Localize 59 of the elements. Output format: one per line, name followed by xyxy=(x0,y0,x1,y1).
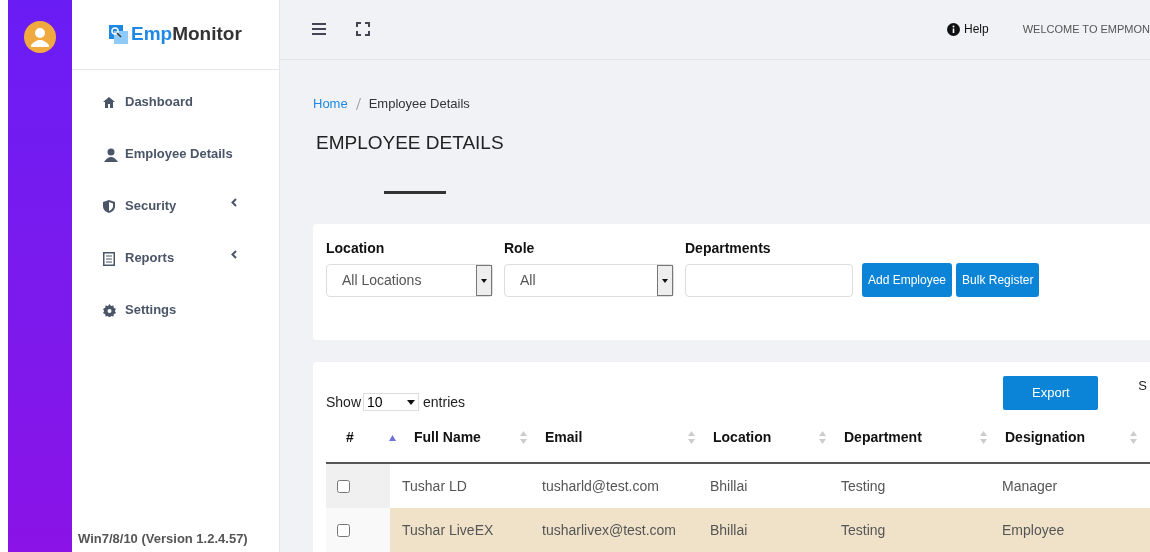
chevron-left-icon xyxy=(231,198,237,207)
page-size-select[interactable]: 10 xyxy=(363,393,420,411)
table-cell-text: tusharld@test.com xyxy=(541,476,660,496)
document-icon xyxy=(103,251,115,266)
location-select[interactable]: All Locations xyxy=(326,263,493,297)
action-button[interactable]: Add Employee xyxy=(862,262,953,297)
breadcrumb-separator xyxy=(355,97,361,110)
table-cell-text: Bhillai xyxy=(709,520,749,540)
avatar-icon[interactable] xyxy=(24,21,56,53)
logo-icon xyxy=(109,24,129,45)
version-text: Win7/8/10 (Version 1.2.4.57) xyxy=(78,529,249,548)
info-icon xyxy=(947,22,960,36)
sidebar-item[interactable]: Reports xyxy=(103,248,243,286)
table-row[interactable]: Tushar LiveEX tusharlivex@test.com Bhillai Testing Employee xyxy=(326,508,1150,552)
home-icon xyxy=(103,97,115,109)
page-title: EMPLOYEE DETAILS xyxy=(315,131,505,156)
help-link[interactable]: Help xyxy=(964,20,989,39)
column-header[interactable]: Location xyxy=(713,427,772,448)
action-button[interactable]: Bulk Register xyxy=(956,262,1040,297)
column-header[interactable]: Email xyxy=(545,427,583,448)
row-checkbox[interactable] xyxy=(337,523,350,537)
table-cell-text: Testing xyxy=(840,520,887,540)
column-header[interactable]: # xyxy=(346,427,354,448)
column-header[interactable]: Department xyxy=(844,427,922,448)
brand-logo-text: EmpMonitor xyxy=(131,22,242,47)
sort-ascending-icon[interactable] xyxy=(389,434,396,441)
breadcrumb-current: Employee Details xyxy=(368,94,470,113)
sidebar-item[interactable]: Settings xyxy=(103,300,243,338)
table-cell-text: Tushar LiveEX xyxy=(401,520,495,540)
user-icon xyxy=(103,147,119,162)
show-label: Show xyxy=(326,392,362,412)
field-label: Role xyxy=(504,238,536,258)
departments-input[interactable] xyxy=(685,263,853,297)
caret-icon xyxy=(407,399,416,405)
title-underline xyxy=(384,190,446,194)
menu-icon[interactable] xyxy=(312,23,326,36)
table-cell-text: Manager xyxy=(1001,476,1059,496)
table-cell-text: tusharlivex@test.com xyxy=(541,520,678,540)
column-header[interactable]: Designation xyxy=(1005,427,1086,448)
export-button[interactable]: Export xyxy=(1003,376,1099,410)
field-label: Departments xyxy=(685,238,772,258)
field-label: Location xyxy=(326,238,386,258)
table-cell-text: Testing xyxy=(840,476,887,496)
table-cell-text: Employee xyxy=(1001,520,1066,540)
row-checkbox[interactable] xyxy=(337,479,350,493)
settings-icon xyxy=(103,304,116,318)
table-cell-text: Tushar LD xyxy=(401,476,468,496)
role-select[interactable]: All xyxy=(504,263,674,297)
column-header[interactable]: Full Name xyxy=(414,427,481,448)
sidebar-item[interactable]: Employee Details xyxy=(103,144,243,182)
search-label: S xyxy=(1138,377,1147,396)
chevron-left-icon xyxy=(231,250,237,259)
fullscreen-icon[interactable] xyxy=(356,22,370,37)
entries-label: entries xyxy=(423,392,466,412)
sidebar-item[interactable]: Dashboard xyxy=(103,92,243,130)
sidebar-item[interactable]: Security xyxy=(103,196,243,234)
table-cell-text: Bhillai xyxy=(709,476,749,496)
welcome-text: WELCOME TO EMPMON xyxy=(1022,22,1150,38)
shield-icon xyxy=(103,200,115,214)
